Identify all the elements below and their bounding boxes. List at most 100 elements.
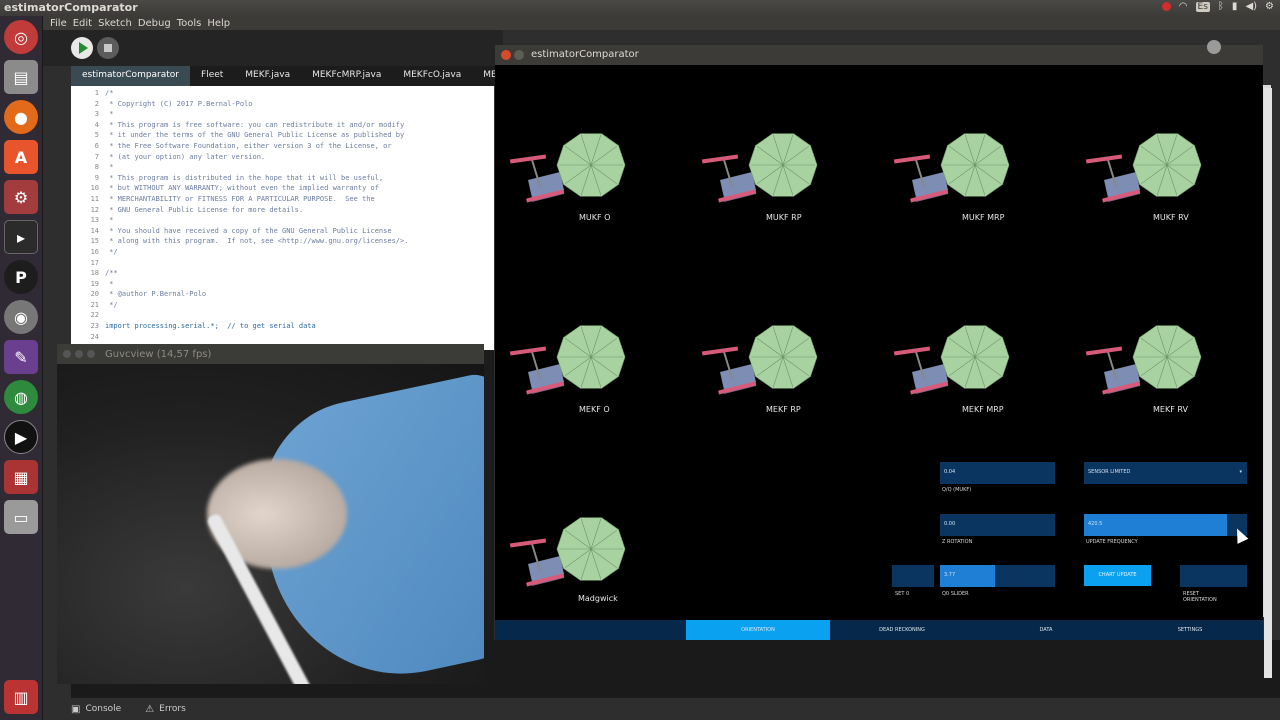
menu-help[interactable]: Help bbox=[207, 18, 230, 29]
line-number: 19 bbox=[90, 279, 99, 288]
attitude-model-icon bbox=[1085, 133, 1202, 203]
line-number: 11 bbox=[90, 194, 99, 203]
trash-icon[interactable]: ▥ bbox=[4, 680, 38, 714]
model-view bbox=[1084, 322, 1214, 412]
code-editor[interactable]: 1 2 3 4 5 6 7 8 9 10 11 12 13 14 15 16 17 18 19 20 21 22 23 24 … bbox=[71, 86, 494, 350]
top-panel: estimatorComparator ◠ Es ᛒ ▮ ◀) ⚙ bbox=[0, 0, 1280, 16]
model-view bbox=[892, 322, 1022, 412]
code-text: /* * Copyright (C) 2017 P.Bernal-Polo * … bbox=[105, 88, 491, 342]
firefox-icon[interactable]: ● bbox=[4, 100, 38, 134]
gear-icon[interactable]: ⚙ bbox=[1265, 1, 1274, 12]
attitude-model-icon bbox=[509, 517, 626, 587]
menu-sketch[interactable]: Sketch bbox=[98, 18, 132, 29]
tab-dead-reckoning[interactable]: DEAD RECKONING bbox=[830, 620, 974, 640]
volume-icon[interactable]: ◀) bbox=[1245, 1, 1257, 12]
close-icon[interactable] bbox=[501, 50, 511, 60]
line-number: 18 bbox=[90, 269, 99, 278]
model-label: MEKF RV bbox=[1153, 405, 1188, 414]
maximize-icon[interactable] bbox=[87, 350, 95, 358]
console-tab[interactable]: ▣ Console bbox=[71, 704, 121, 715]
tab-mekfc[interactable]: MEKFc bbox=[472, 66, 496, 86]
bluetooth-icon[interactable]: ᛒ bbox=[1218, 1, 1224, 12]
sensor-dropdown[interactable]: SENSOR LIMITED ▾ bbox=[1084, 462, 1247, 484]
battery-icon[interactable]: ▮ bbox=[1232, 1, 1238, 12]
update-frequency-fill bbox=[1084, 514, 1228, 536]
menu-file[interactable]: File bbox=[50, 18, 67, 29]
q0-slider[interactable]: 3.77 bbox=[940, 565, 1055, 587]
estimator-canvas: MUKF O MUKF RP MUKF MRP MUKF RV MEKF O M… bbox=[495, 65, 1263, 640]
line-number: 24 bbox=[90, 332, 99, 341]
errors-tab[interactable]: ⚠ Errors bbox=[145, 704, 186, 715]
desktop: estimatorComparator ◠ Es ᛒ ▮ ◀) ⚙ ◎ ▤ ● … bbox=[0, 0, 1280, 720]
drive-icon[interactable]: ▭ bbox=[4, 500, 38, 534]
line-number: 23 bbox=[90, 322, 99, 331]
z-rotation-slider[interactable]: 0.00 bbox=[940, 514, 1055, 536]
close-icon[interactable] bbox=[63, 350, 71, 358]
line-number: 21 bbox=[90, 300, 99, 309]
settings-icon[interactable]: ⚙ bbox=[4, 180, 38, 214]
tab-mekfco[interactable]: MEKFcO.java bbox=[392, 66, 472, 86]
stop-button[interactable] bbox=[97, 37, 119, 59]
code-line: /* bbox=[105, 89, 114, 97]
line-number: 20 bbox=[90, 290, 99, 299]
menu-edit[interactable]: Edit bbox=[73, 18, 92, 29]
set-0-label: SET 0 bbox=[895, 591, 910, 597]
background-icon bbox=[1207, 40, 1221, 54]
model-view bbox=[508, 130, 638, 220]
ide-scrollbar[interactable] bbox=[1264, 88, 1272, 678]
set-0-button[interactable] bbox=[892, 565, 934, 587]
minimize-icon[interactable] bbox=[514, 50, 524, 60]
chart-update-button[interactable]: CHART UPDATE bbox=[1084, 565, 1151, 586]
webcam-icon[interactable]: ◉ bbox=[4, 300, 38, 334]
code-line: * GNU General Public License for more de… bbox=[105, 205, 304, 214]
estimator-titlebar[interactable]: estimatorComparator bbox=[495, 45, 1263, 65]
menu-tools[interactable]: Tools bbox=[177, 18, 202, 29]
menu-debug[interactable]: Debug bbox=[138, 18, 171, 29]
software-center-icon[interactable]: A bbox=[4, 140, 38, 174]
tab-settings[interactable]: SETTINGS bbox=[1118, 620, 1262, 640]
estimator-nav: ORIENTATION DEAD RECKONING DATA SETTINGS bbox=[495, 620, 1263, 640]
dash-icon[interactable]: ◎ bbox=[4, 20, 38, 54]
tab-orientation[interactable]: ORIENTATION bbox=[686, 620, 830, 640]
tab-fleet[interactable]: Fleet bbox=[190, 66, 234, 86]
record-icon[interactable] bbox=[1161, 2, 1171, 11]
globe-icon[interactable]: ◍ bbox=[4, 380, 38, 414]
run-button[interactable] bbox=[71, 37, 93, 59]
processing-icon[interactable]: P bbox=[4, 260, 38, 294]
line-number: 22 bbox=[90, 311, 99, 320]
tab-mekf[interactable]: MEKF.java bbox=[234, 66, 301, 86]
files-icon[interactable]: ▤ bbox=[4, 60, 38, 94]
media-player-icon[interactable]: ▶ bbox=[4, 420, 38, 454]
warning-icon: ⚠ bbox=[145, 703, 155, 715]
reset-orientation-button[interactable] bbox=[1180, 565, 1247, 587]
model-view bbox=[892, 130, 1022, 220]
model-label: MEKF O bbox=[579, 405, 610, 414]
guvcview-titlebar[interactable]: Guvcview (14,57 fps) bbox=[57, 344, 484, 364]
line-number: 16 bbox=[90, 247, 99, 256]
q-mukf-slider[interactable]: 0.04 bbox=[940, 462, 1055, 484]
attitude-model-icon bbox=[1085, 325, 1202, 395]
code-line: * bbox=[105, 163, 114, 172]
line-numbers: 1 2 3 4 5 6 7 8 9 10 11 12 13 14 15 16 17 18 19 20 21 22 23 24 bbox=[71, 88, 99, 342]
model-view bbox=[700, 130, 830, 220]
editor-icon[interactable]: ✎ bbox=[4, 340, 38, 374]
tab-mekfcmrp[interactable]: MEKFcMRP.java bbox=[301, 66, 392, 86]
terminal-icon[interactable]: ▸ bbox=[4, 220, 38, 254]
line-number: 4 bbox=[94, 120, 99, 129]
q0-slider-label: Q0 SLIDER bbox=[942, 591, 969, 597]
code-line: * the Free Software Foundation, either v… bbox=[105, 141, 392, 150]
wifi-icon[interactable]: ◠ bbox=[1179, 1, 1188, 12]
console-tab-bar: ▣ Console ⚠ Errors bbox=[43, 698, 1280, 720]
model-label: MEKF RP bbox=[766, 405, 801, 414]
webcam-video bbox=[57, 364, 484, 684]
update-frequency-slider[interactable]: 420.5 bbox=[1084, 514, 1247, 536]
tab-estimatorcomparator[interactable]: estimatorComparator bbox=[71, 66, 191, 86]
keyboard-icon[interactable]: Es bbox=[1195, 1, 1210, 12]
code-line: * This program is free software: you can… bbox=[105, 120, 405, 129]
ide-toolbar bbox=[43, 30, 503, 66]
tab-data[interactable]: DATA bbox=[974, 620, 1118, 640]
estimator-window: estimatorComparator MUKF O MUKF RP MUKF … bbox=[495, 45, 1271, 640]
code-line: * bbox=[105, 110, 114, 119]
workspace-icon[interactable]: ▦ bbox=[4, 460, 38, 494]
minimize-icon[interactable] bbox=[75, 350, 83, 358]
